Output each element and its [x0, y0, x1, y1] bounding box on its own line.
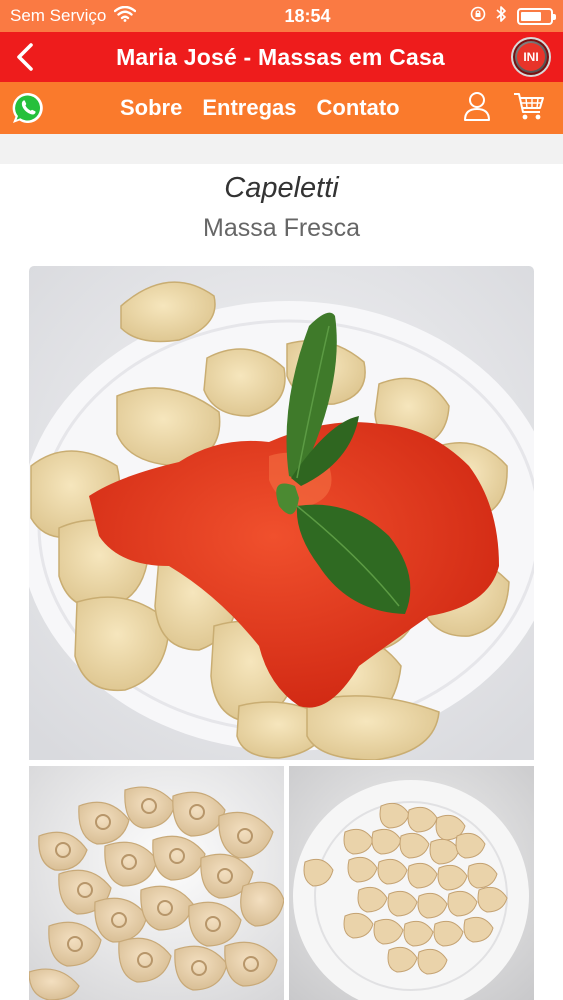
header-spacer — [0, 134, 563, 164]
whatsapp-icon — [12, 92, 43, 123]
ini-button[interactable]: INI — [511, 37, 551, 77]
page-title: Maria José - Massas em Casa — [116, 43, 445, 70]
product-title: Capeletti — [224, 172, 339, 204]
wifi-icon — [114, 5, 137, 27]
ini-label: INI — [517, 43, 545, 71]
nav-link-contato[interactable]: Contato — [317, 95, 400, 121]
nav-link-sobre[interactable]: Sobre — [120, 95, 182, 121]
back-button[interactable] — [0, 32, 50, 82]
nav-icons — [463, 90, 545, 127]
battery-icon — [517, 7, 556, 25]
raw-pasta-photo-2[interactable] — [289, 766, 534, 1000]
user-icon[interactable] — [463, 90, 491, 127]
product-category: Massa Fresca — [203, 214, 360, 242]
whatsapp-button[interactable] — [0, 82, 56, 134]
nav-link-entregas[interactable]: Entregas — [202, 95, 296, 121]
lock-rotation-icon — [470, 6, 486, 27]
raw-pasta-photo-1[interactable] — [29, 766, 284, 1000]
battery-fill — [521, 11, 542, 21]
title-bar: Maria José - Massas em Casa INI — [0, 32, 563, 82]
status-bar: Sem Serviço 18:54 — [0, 0, 563, 32]
nav-bar: Sobre Entregas Contato — [0, 82, 563, 134]
clock: 18:54 — [284, 5, 331, 26]
back-chevron-icon — [17, 43, 33, 71]
bluetooth-icon — [496, 5, 507, 28]
nav-links: Sobre Entregas Contato — [120, 95, 400, 121]
cart-icon[interactable] — [513, 91, 545, 126]
carrier-label: Sem Serviço — [10, 6, 107, 25]
status-right — [443, 5, 556, 28]
main-product-photo[interactable] — [29, 266, 534, 760]
